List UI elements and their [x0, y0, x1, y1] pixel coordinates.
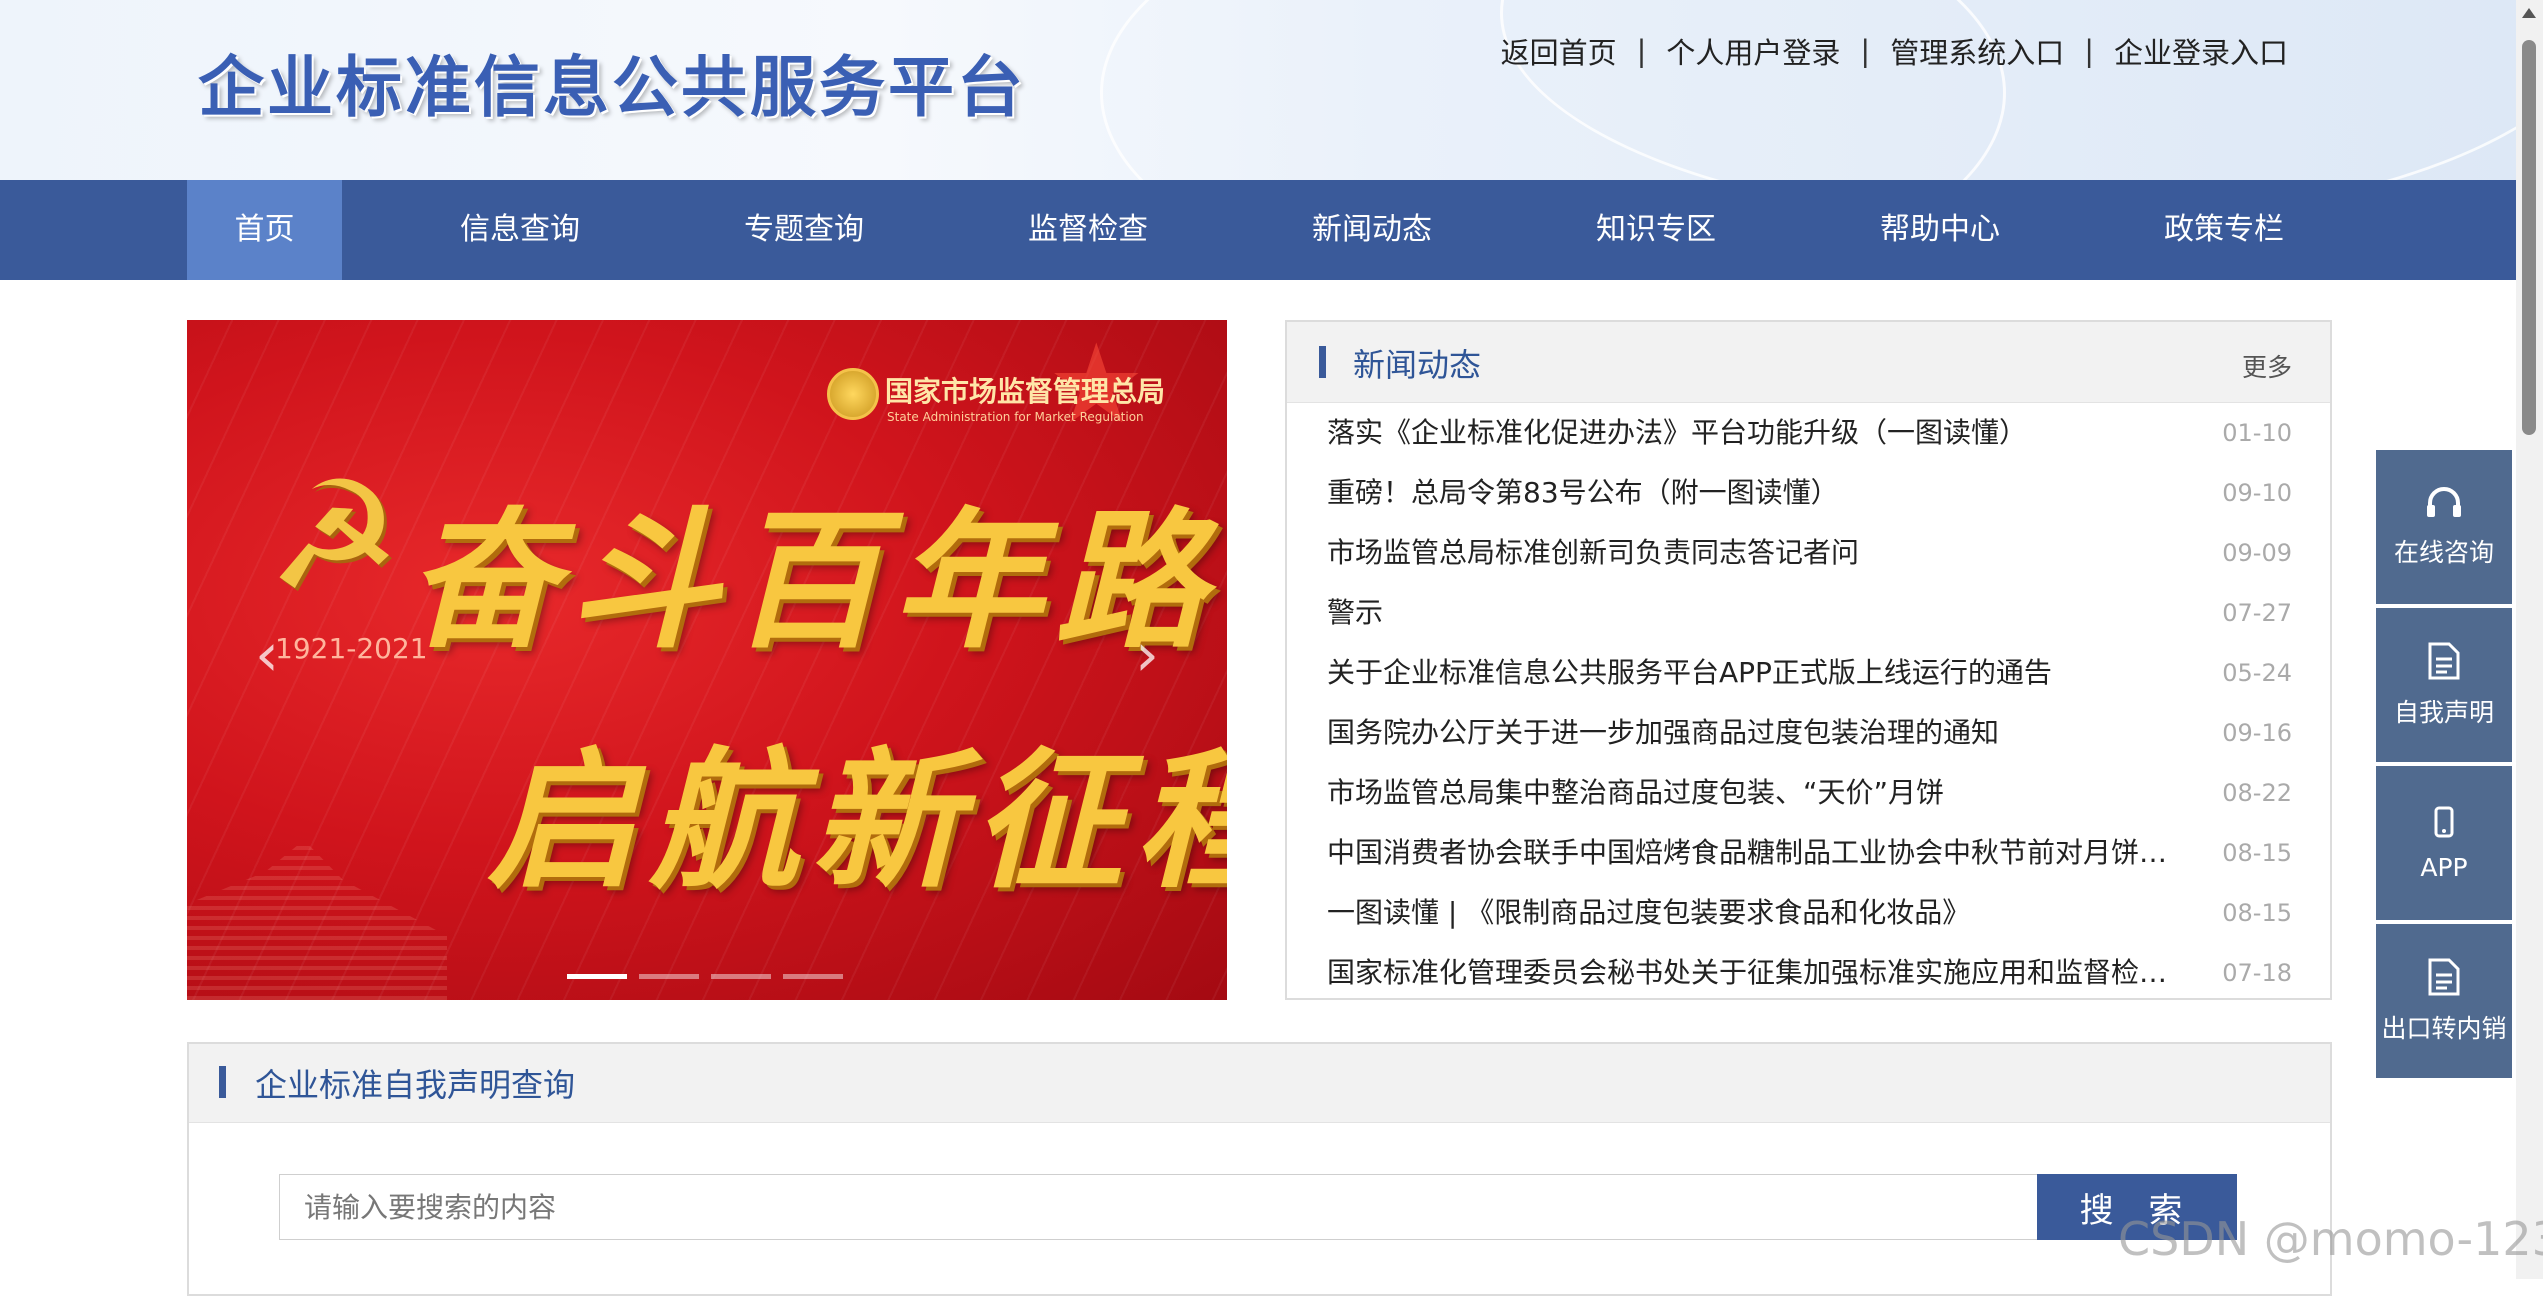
news-panel: 新闻动态 更多 落实《企业标准化促进办法》平台功能升级（一图读懂） 01-10 重… — [1285, 320, 2332, 1000]
news-item-date: 09-10 — [2222, 479, 2292, 507]
title-accent-bar — [1319, 346, 1326, 378]
nav-item-knowledge[interactable]: 知识专区 — [1546, 180, 1766, 280]
nav-item-home[interactable]: 首页 — [187, 180, 342, 280]
banner-years: 1921-2021 — [275, 632, 428, 665]
news-item-date: 08-22 — [2222, 779, 2292, 807]
banner-slogan-line2: 启航新征程 — [487, 733, 1227, 909]
banner-carousel[interactable]: ★ 国家市场监督管理总局 State Administration for Ma… — [187, 320, 1227, 1000]
national-emblem-icon — [827, 368, 879, 420]
nav-item-news[interactable]: 新闻动态 — [1262, 180, 1482, 280]
document-icon — [2428, 642, 2460, 680]
float-item-label: 在线咨询 — [2393, 538, 2494, 567]
news-item[interactable]: 市场监管总局标准创新司负责同志答记者问 09-09 — [1287, 523, 2330, 583]
news-item[interactable]: 市场监管总局集中整治商品过度包装、“天价”月饼 08-22 — [1287, 763, 2330, 823]
news-item-date: 07-18 — [2222, 959, 2292, 987]
float-item-label: 自我声明 — [2393, 698, 2494, 727]
news-panel-title: 新闻动态 — [1353, 346, 1482, 384]
site-header: 企业标准信息公共服务平台 返回首页 | 个人用户登录 | 管理系统入口 | 企业… — [0, 0, 2516, 180]
news-item-date: 05-24 — [2222, 659, 2292, 687]
news-item[interactable]: 关于企业标准信息公共服务平台APP正式版上线运行的通告 05-24 — [1287, 643, 2330, 703]
declaration-panel-header: 企业标准自我声明查询 — [189, 1044, 2330, 1123]
declaration-panel-title: 企业标准自我声明查询 — [255, 1066, 576, 1104]
enterprise-login-link[interactable]: 企业登录入口 — [2114, 30, 2288, 72]
news-item-title[interactable]: 警示 — [1327, 583, 1383, 643]
news-item-date: 08-15 — [2222, 899, 2292, 927]
news-item-date: 01-10 — [2222, 419, 2292, 447]
float-item-label: APP — [2420, 852, 2468, 882]
nav-item-info-query[interactable]: 信息查询 — [410, 180, 630, 280]
home-link[interactable]: 返回首页 — [1501, 30, 1617, 72]
news-item[interactable]: 中国消费者协会联手中国焙烤食品糖制品工业协会中秋节前对月饼过度包装问题进行提醒 0… — [1287, 823, 2330, 883]
chevron-left-icon[interactable]: ‹ — [242, 620, 292, 690]
title-accent-bar — [219, 1066, 226, 1098]
admin-entry-link[interactable]: 管理系统入口 — [1890, 30, 2064, 72]
nav-item-help[interactable]: 帮助中心 — [1830, 180, 2050, 280]
news-item-date: 08-15 — [2222, 839, 2292, 867]
carousel-dot[interactable] — [639, 974, 699, 979]
banner-org-name: 国家市场监督管理总局 — [885, 375, 1166, 408]
news-more-link[interactable]: 更多 — [2242, 348, 2292, 384]
document-icon — [2428, 958, 2460, 996]
scroll-up-arrow-icon[interactable] — [2522, 8, 2536, 18]
headset-icon — [2427, 487, 2461, 517]
declaration-search-input[interactable] — [279, 1174, 2039, 1240]
news-item-date: 09-09 — [2222, 539, 2292, 567]
self-declaration-panel: 企业标准自我声明查询 搜 索 — [187, 1042, 2332, 1296]
chevron-right-icon[interactable]: › — [1122, 620, 1172, 690]
news-item-title[interactable]: 国家标准化管理委员会秘书处关于征集加强标准实施应用和监督检查典型案例的通知 — [1327, 943, 2177, 998]
news-item[interactable]: 国务院办公厅关于进一步加强商品过度包装治理的通知 09-16 — [1287, 703, 2330, 763]
float-item-label: 出口转内销 — [2381, 1014, 2507, 1043]
banner-slogan-line1: 奋斗百年路 — [407, 493, 1218, 669]
news-item-title[interactable]: 市场监管总局集中整治商品过度包装、“天价”月饼 — [1327, 763, 1944, 823]
carousel-dot[interactable] — [567, 974, 627, 979]
news-item-title[interactable]: 一图读懂 | 《限制商品过度包装要求食品和化妆品》 — [1327, 883, 1970, 943]
banner-org-name-en: State Administration for Market Regulati… — [887, 410, 1144, 424]
news-item[interactable]: 一图读懂 | 《限制商品过度包装要求食品和化妆品》 08-15 — [1287, 883, 2330, 943]
news-item-title[interactable]: 关于企业标准信息公共服务平台APP正式版上线运行的通告 — [1327, 643, 2052, 703]
news-item-title[interactable]: 中国消费者协会联手中国焙烤食品糖制品工业协会中秋节前对月饼过度包装问题进行提醒 — [1327, 823, 2177, 883]
link-separator: | — [1636, 34, 1647, 68]
carousel-dot[interactable] — [783, 974, 843, 979]
personal-login-link[interactable]: 个人用户登录 — [1666, 30, 1840, 72]
news-list: 落实《企业标准化促进办法》平台功能升级（一图读懂） 01-10 重磅！总局令第83… — [1287, 403, 2330, 998]
carousel-dots — [567, 974, 843, 979]
site-logo[interactable]: 企业标准信息公共服务平台 — [198, 34, 1026, 130]
top-links: 返回首页 | 个人用户登录 | 管理系统入口 | 企业登录入口 — [1501, 30, 2288, 72]
news-item-date: 09-16 — [2222, 719, 2292, 747]
app-button[interactable]: APP — [2376, 766, 2512, 920]
carousel-dot[interactable] — [711, 974, 771, 979]
nav-item-topic-query[interactable]: 专题查询 — [694, 180, 914, 280]
floating-sidebar: 在线咨询 自我声明 APP 出口转内销 — [2376, 450, 2512, 1082]
news-item-title[interactable]: 落实《企业标准化促进办法》平台功能升级（一图读懂） — [1327, 403, 2027, 463]
nav-item-policy[interactable]: 政策专栏 — [2114, 180, 2334, 280]
self-declaration-button[interactable]: 自我声明 — [2376, 608, 2512, 762]
export-to-domestic-button[interactable]: 出口转内销 — [2376, 924, 2512, 1078]
news-item[interactable]: 重磅！总局令第83号公布（附一图读懂） 09-10 — [1287, 463, 2330, 523]
nav-item-inspection[interactable]: 监督检查 — [978, 180, 1198, 280]
main-nav: 首页 信息查询 专题查询 监督检查 新闻动态 知识专区 帮助中心 政策专栏 — [0, 180, 2516, 280]
watermark-text: CSDN @momo-123 — [2118, 1212, 2543, 1266]
hammer-sickle-icon: ☭ — [267, 450, 402, 624]
news-item-title[interactable]: 国务院办公厅关于进一步加强商品过度包装治理的通知 — [1327, 703, 1999, 763]
news-item-title[interactable]: 重磅！总局令第83号公布（附一图读懂） — [1327, 463, 1839, 523]
news-item[interactable]: 落实《企业标准化促进办法》平台功能升级（一图读懂） 01-10 — [1287, 403, 2330, 463]
news-item-title[interactable]: 市场监管总局标准创新司负责同志答记者问 — [1327, 523, 1859, 583]
mobile-phone-icon — [2434, 806, 2454, 837]
header-decoration — [1500, 0, 2516, 180]
scrollbar-thumb[interactable] — [2522, 40, 2536, 435]
news-item[interactable]: 警示 07-27 — [1287, 583, 2330, 643]
news-item-date: 07-27 — [2222, 599, 2292, 627]
news-panel-header: 新闻动态 更多 — [1287, 322, 2330, 403]
link-separator: | — [1860, 34, 1871, 68]
link-separator: | — [2084, 34, 2094, 68]
news-item[interactable]: 国家标准化管理委员会秘书处关于征集加强标准实施应用和监督检查典型案例的通知 07-… — [1287, 943, 2330, 998]
online-consult-button[interactable]: 在线咨询 — [2376, 450, 2512, 604]
